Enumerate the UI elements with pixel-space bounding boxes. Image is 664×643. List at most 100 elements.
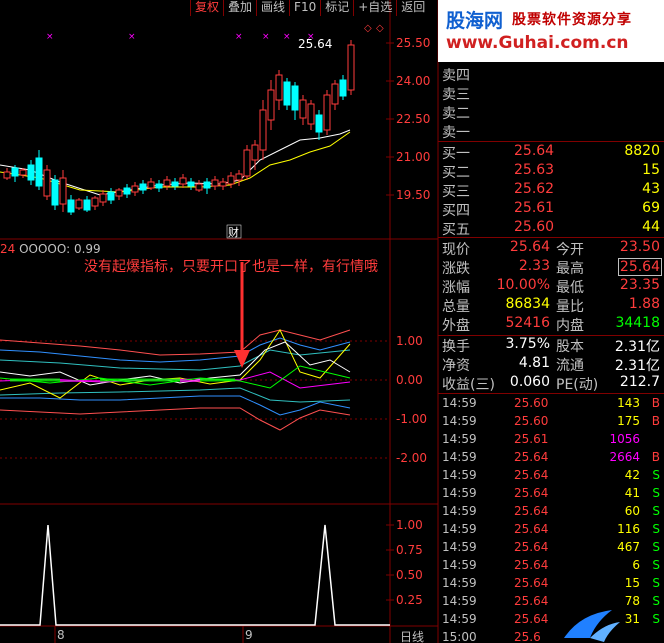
tick-side: B [651, 396, 660, 410]
buy-row[interactable]: 买二 25.63 15 [442, 162, 664, 181]
tick-side: S [652, 468, 660, 482]
buy-row[interactable]: 买三 25.62 43 [442, 181, 664, 200]
candle [59, 177, 67, 205]
tick-price: 25.64 [514, 612, 549, 626]
tick-price: 25.64 [514, 576, 549, 590]
restore-rights-button[interactable]: 复权 [190, 0, 223, 16]
tick-price: 25.64 [514, 594, 549, 608]
tick-row[interactable]: 14:59 25.64 41 S [442, 486, 664, 504]
tick-time: 14:59 [442, 612, 477, 626]
osc-axis-label: 1.00 [396, 334, 423, 348]
candle [259, 109, 267, 151]
tick-volume: 60 [624, 504, 640, 518]
tick-side: S [652, 576, 660, 590]
candle [139, 183, 147, 191]
tick-price: 25.64 [514, 504, 549, 518]
tick-side: S [652, 594, 660, 608]
candle [3, 171, 11, 179]
candle [83, 199, 91, 211]
peak-price-label: 25.64 [298, 37, 333, 51]
tick-price: 25.61 [514, 432, 549, 446]
candle [211, 179, 219, 187]
tick-row[interactable]: 15:00 25.6 [442, 630, 664, 643]
tick-row[interactable]: 14:59 25.64 116 S [442, 522, 664, 540]
candle [75, 199, 83, 209]
candle [227, 175, 235, 185]
buy-row[interactable]: 买一 25.64 8820 [442, 143, 664, 162]
tick-price: 25.64 [514, 468, 549, 482]
tick-side: B [651, 450, 660, 464]
tick-row[interactable]: 14:59 25.64 42 S [442, 468, 664, 486]
candle [187, 181, 195, 187]
tick-row[interactable]: 14:59 25.64 60 S [442, 504, 664, 522]
tick-row[interactable]: 14:59 25.64 6 S [442, 558, 664, 576]
tick-price: 25.64 [514, 450, 549, 464]
price-axis-label: 19.50 [396, 188, 431, 202]
candle [163, 179, 171, 187]
tick-price: 25.64 [514, 558, 549, 572]
price-axis-label: 22.50 [396, 112, 431, 126]
period-selector[interactable]: 日线 [400, 628, 424, 643]
tick-time: 14:59 [442, 594, 477, 608]
date-label: 9 [245, 628, 253, 642]
quote-row: 涨幅 10.00% 最低 23.35 [442, 277, 660, 296]
price-axis-label: 24.00 [396, 74, 431, 88]
tick-row[interactable]: 14:59 25.61 1056 [442, 432, 664, 450]
mark-button[interactable]: 标记 [320, 0, 353, 16]
tick-time: 14:59 [442, 522, 477, 536]
candle [115, 189, 123, 197]
tick-volume: 15 [624, 576, 640, 590]
tick-row[interactable]: 14:59 25.64 2664 B [442, 450, 664, 468]
marker-x: × [46, 32, 54, 42]
tick-row[interactable]: 14:59 25.64 78 S [442, 594, 664, 612]
f10-button[interactable]: F10 [289, 0, 320, 16]
sell-row: 卖四 [442, 68, 470, 84]
tick-volume: 175 [617, 414, 640, 428]
tick-row[interactable]: 14:59 25.64 31 S [442, 612, 664, 630]
quote-row: 涨跌 2.33 最高 25.64 [442, 258, 662, 277]
tick-side: S [652, 522, 660, 536]
tick-time: 14:59 [442, 414, 477, 428]
tick-row[interactable]: 14:59 25.64 15 S [442, 576, 664, 594]
osc-axis-label: -2.00 [396, 451, 428, 465]
overlay-button[interactable]: 叠加 [223, 0, 256, 16]
chart-area[interactable]: × × × × × × ◇ ◇ 财 [0, 0, 440, 643]
tick-side: B [651, 414, 660, 428]
tick-time: 14:59 [442, 486, 477, 500]
tick-volume: 143 [617, 396, 640, 410]
bottom-axis-label: 0.50 [396, 568, 423, 582]
candle [27, 164, 35, 181]
tick-row[interactable]: 14:59 25.60 175 B [442, 414, 664, 432]
bottom-axis-label: 0.75 [396, 543, 423, 557]
candle [147, 181, 155, 189]
buy-row[interactable]: 买五 25.60 44 [442, 219, 664, 238]
tick-volume: 116 [617, 522, 640, 536]
tick-row[interactable]: 14:59 25.64 467 S [442, 540, 664, 558]
news-marker[interactable]: 财 [228, 225, 239, 239]
quote-row: 总量 86834 量比 1.88 [442, 296, 660, 315]
candle [331, 83, 339, 105]
candle [195, 183, 203, 191]
tick-time: 14:59 [442, 396, 477, 410]
tick-volume: 31 [624, 612, 640, 626]
tick-volume: 2664 [609, 450, 640, 464]
candle [67, 199, 75, 213]
tick-row[interactable]: 14:59 25.60 143 B [442, 396, 664, 414]
fundamentals-row: 收益(三) 0.060 PE(动) 212.7 [442, 374, 660, 393]
back-button[interactable]: 返回 [396, 0, 429, 16]
sell-row: 卖一 [442, 125, 470, 141]
tick-price: 25.64 [514, 522, 549, 536]
tick-price: 25.60 [514, 396, 549, 410]
candle [243, 149, 251, 177]
tick-side: S [652, 486, 660, 500]
candle [315, 114, 323, 133]
tick-side: S [652, 504, 660, 518]
bottom-axis-label: 1.00 [396, 518, 423, 532]
add-favorite-button[interactable]: +自选 [353, 0, 396, 16]
osc-axis-label: -1.00 [396, 412, 428, 426]
osc-axis-label: 0.00 [396, 373, 423, 387]
bottom-axis-label: 0.25 [396, 593, 423, 607]
buy-row[interactable]: 买四 25.61 69 [442, 200, 664, 219]
draw-line-button[interactable]: 画线 [256, 0, 289, 16]
candle [235, 173, 243, 181]
